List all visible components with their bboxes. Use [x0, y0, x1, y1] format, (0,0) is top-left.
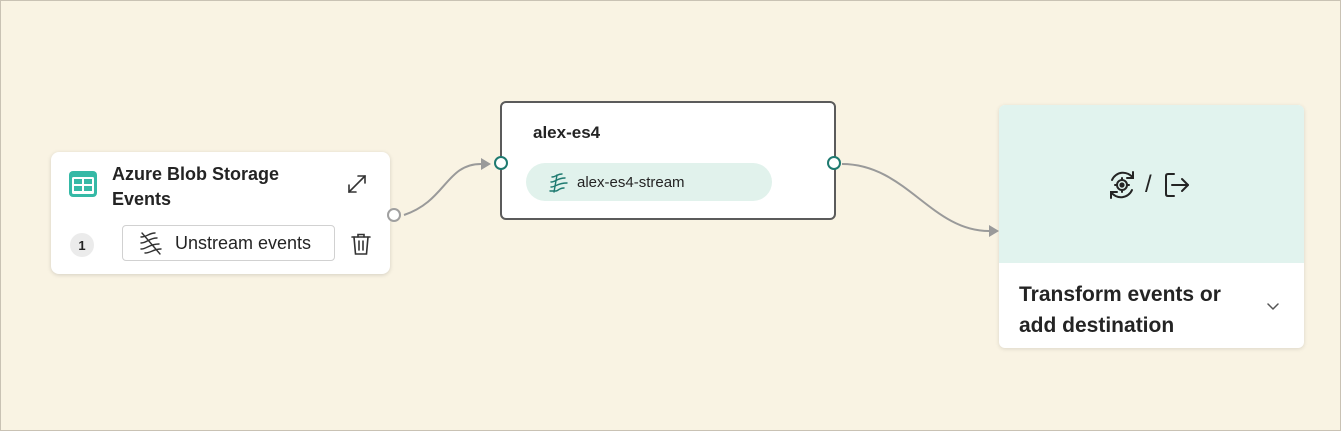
destination-icons: /: [1105, 168, 1194, 202]
destination-separator: /: [1145, 171, 1152, 198]
stream-input-port[interactable]: [494, 156, 508, 170]
unstream-icon: [137, 229, 165, 257]
eventstream-node[interactable]: alex-es4 alex-es4-stream: [500, 101, 836, 220]
unstream-events-button[interactable]: Unstream events: [122, 225, 335, 261]
connector-arrowhead: [481, 158, 491, 170]
stream-output-port[interactable]: [827, 156, 841, 170]
transform-gear-icon[interactable]: [1105, 168, 1139, 202]
eventstream-title: alex-es4: [533, 123, 601, 142]
event-count-badge: 1: [70, 233, 94, 257]
eventstream-canvas[interactable]: Azure Blob Storage Events 1 Unstream eve…: [0, 0, 1341, 431]
stream-label: alex-es4-stream: [577, 173, 685, 191]
source-title: Azure Blob Storage Events: [112, 164, 280, 209]
chevron-down-icon[interactable]: [1262, 295, 1284, 317]
connector-stream-to-destination: [841, 163, 990, 232]
destination-label: Transform events or add destination: [1019, 283, 1221, 337]
stream-pill[interactable]: alex-es4-stream: [526, 163, 772, 201]
stream-icon: [548, 171, 570, 193]
unstream-events-label: Unstream events: [175, 232, 312, 253]
destination-node[interactable]: / Transform events or add destination: [999, 105, 1304, 348]
source-node[interactable]: Azure Blob Storage Events 1 Unstream eve…: [51, 152, 390, 274]
source-output-port[interactable]: [387, 208, 401, 222]
connector-source-to-stream: [403, 163, 482, 216]
expand-icon[interactable]: [343, 170, 371, 198]
storage-table-icon: [67, 168, 99, 200]
destination-action-panel[interactable]: /: [999, 105, 1304, 263]
connector-arrowhead: [989, 225, 999, 237]
trash-icon[interactable]: [347, 230, 375, 258]
export-arrow-icon[interactable]: [1160, 168, 1194, 202]
